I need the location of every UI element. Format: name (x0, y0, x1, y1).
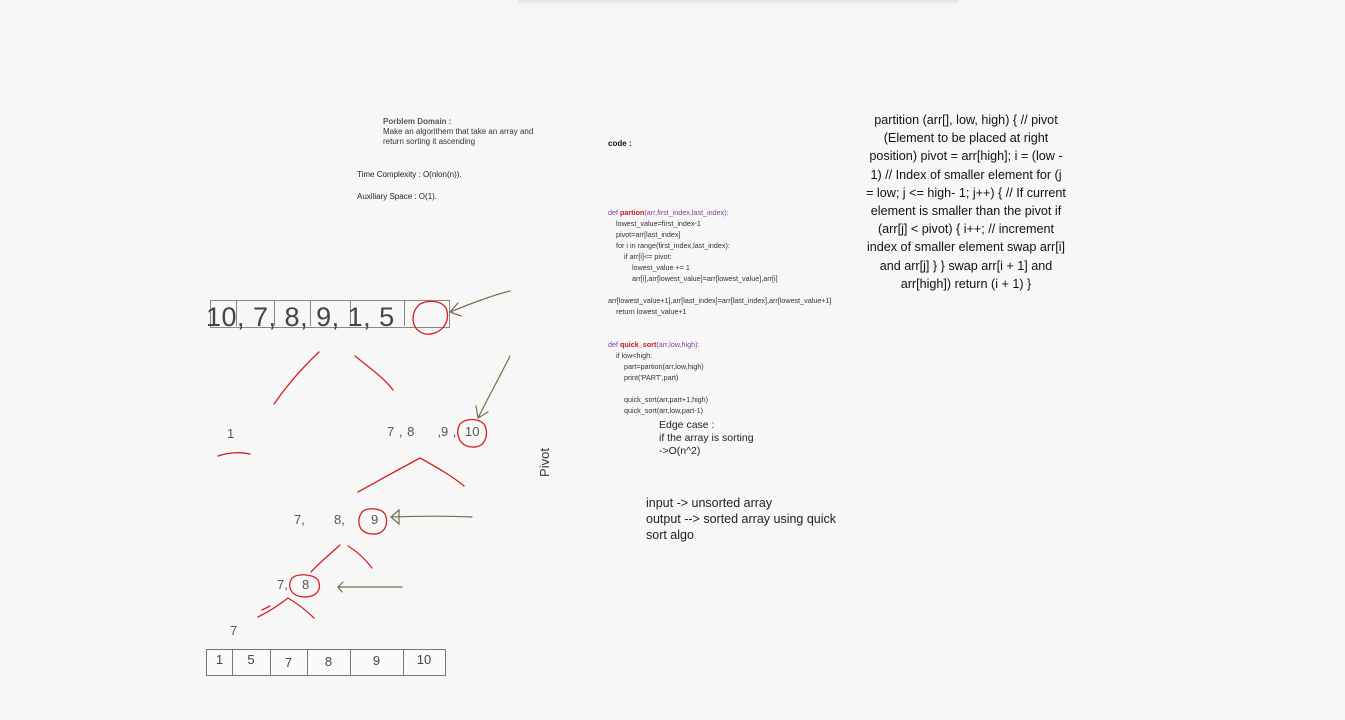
sorted-cell: 8 (307, 650, 351, 675)
pivot-label: Pivot (536, 448, 552, 477)
branch-level2 (357, 457, 465, 493)
sorted-cell: 7 (270, 650, 308, 675)
arrow-to-8 (337, 581, 403, 593)
branch-level3 (310, 544, 373, 573)
code-lines: def partion(arr,first_index,last_index):… (608, 207, 832, 416)
code-line: def quick_sort(arr,low,high): (608, 340, 700, 349)
edge-case-complexity: ->O(n^2) (659, 445, 701, 457)
left-partition-node: 1 (227, 426, 235, 441)
right-partition-node: 7 , 8 ,9 , (387, 424, 457, 439)
edge-case-condition: if the array is sorting (659, 432, 754, 444)
branch-right (354, 355, 394, 391)
sorted-cell: 5 (232, 650, 271, 675)
problem-line-1: Make an algorithem that take an array an… (383, 127, 534, 136)
input-array: 10, 7, 8, 9, 1, 5 (206, 302, 395, 332)
top-toolbar-edge (518, 0, 958, 2)
code-line: return lowest_value+1 (608, 307, 687, 316)
time-complexity: Time Complexity : O(nlon(n)). (357, 170, 462, 179)
problem-heading: Porblem Domain : (383, 117, 452, 126)
code-line: arr[i],arr[lowest_value]=arr[lowest_valu… (608, 274, 778, 283)
output-description: output --> sorted array using quick (646, 512, 837, 526)
code-line: pivot=arr[last_index] (608, 230, 681, 239)
arrow-to-9 (390, 508, 473, 526)
branch-level4 (257, 597, 315, 619)
code-line: lowest_value=first_index-1 (608, 219, 701, 228)
code-title: code : (608, 139, 632, 148)
code-line: quick_sort(arr,low,part-1) (608, 406, 704, 415)
level3-pivot: 8 (302, 577, 310, 592)
code-block: code : def partion(arr,first_index,last_… (608, 116, 832, 427)
branch-left (273, 351, 320, 405)
code-line: def partion(arr,first_index,last_index): (608, 208, 729, 217)
edge-case-heading: Edge case : (659, 419, 715, 431)
arrow-to-5 (449, 290, 511, 317)
right-partition-pivot: 10 (465, 424, 480, 439)
edge-case-note: Edge case : if the array is sorting ->O(… (659, 419, 754, 458)
partition-pseudocode: partition (arr[], low, high) { // pivot … (866, 113, 1066, 291)
problem-line-2: return sorting it ascending (383, 137, 476, 146)
level2-item-a: 7, (294, 512, 305, 527)
underline-1 (217, 452, 251, 457)
code-line: arr[lowest_value+1],arr[last_index]=arr[… (608, 296, 832, 305)
code-line: quick_sort(arr,part+1,high) (608, 395, 709, 404)
code-line: for i in range(first_index,last_index): (608, 241, 730, 250)
code-line: lowest_value += 1 (608, 263, 690, 272)
auxiliary-space: Auxiliary Space : O(1). (357, 192, 438, 201)
code-line: if low<high: (608, 351, 653, 360)
level3-item: 7, (277, 577, 288, 592)
arrow-to-10 (475, 355, 511, 419)
code-line: if arr[i]<= pivot: (608, 252, 672, 261)
level2-pivot: 9 (371, 512, 379, 527)
sorted-array: 1 5 7 8 9 10 (206, 649, 446, 676)
sorted-cell: 1 (207, 650, 233, 675)
problem-domain-note: Porblem Domain : Make an algorithem that… (383, 117, 533, 147)
level2-item-b: 8, (334, 512, 345, 527)
array-divider (404, 300, 405, 326)
code-line: part=partion(arr,low,high) (608, 362, 704, 371)
output-description-cont: sort algo (646, 528, 694, 542)
io-note: input -> unsorted array output --> sorte… (646, 495, 836, 543)
sorted-cell: 10 (416, 652, 432, 667)
input-description: input -> unsorted array (646, 496, 773, 510)
sorted-cell: 9 (350, 650, 404, 675)
level4-item: 7 (230, 623, 238, 638)
code-line: print('PART',part) (608, 373, 679, 382)
